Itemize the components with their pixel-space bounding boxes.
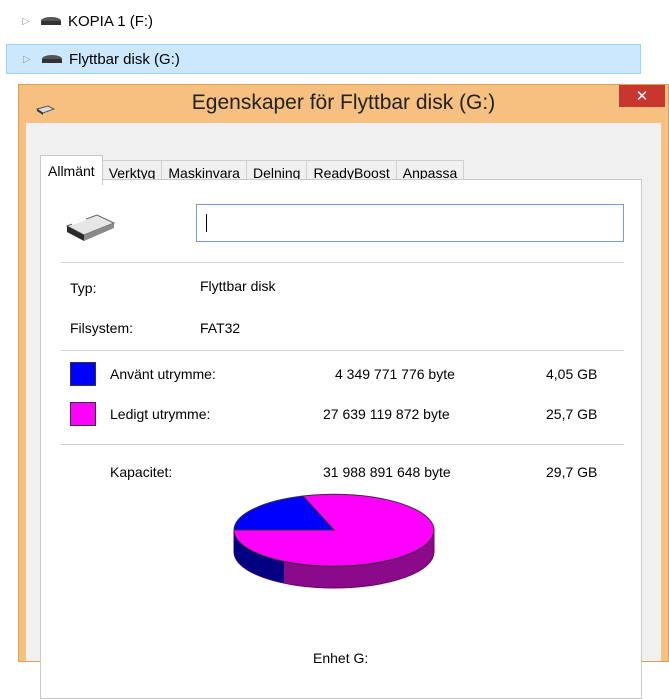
used-space-size: 4,05 GB [546, 366, 598, 382]
drive-icon [41, 17, 61, 25]
used-space-label: Använt utrymme: [110, 366, 216, 382]
divider [61, 444, 624, 445]
free-space-size: 25,7 GB [546, 406, 598, 422]
divider [61, 262, 624, 263]
dialog-titlebar[interactable]: Egenskaper för Flyttbar disk (G:) ✕ [19, 85, 668, 123]
type-label: Typ: [70, 280, 97, 296]
type-value: Flyttbar disk [200, 278, 276, 294]
capacity-size: 29,7 GB [546, 464, 598, 480]
free-space-swatch [70, 402, 96, 426]
expand-arrow-icon[interactable]: ▷ [23, 54, 33, 65]
disk-usage-pie-chart [233, 493, 435, 589]
capacity-label: Kapacitet: [110, 464, 173, 480]
properties-dialog: Egenskaper för Flyttbar disk (G:) ✕ Allm… [18, 84, 669, 699]
close-button[interactable]: ✕ [619, 85, 665, 107]
tree-item-flyttbar-g[interactable]: ▷ Flyttbar disk (G:) [6, 44, 641, 74]
tree-item-label: KOPIA 1 (F:) [68, 12, 154, 30]
divider [61, 350, 624, 351]
used-space-swatch [70, 362, 96, 386]
filesystem-value: FAT32 [200, 320, 241, 336]
free-space-label: Ledigt utrymme: [110, 406, 211, 422]
dialog-title: Egenskaper för Flyttbar disk (G:) [191, 91, 496, 114]
text-caret [206, 214, 207, 232]
tree-item-label: Flyttbar disk (G:) [69, 50, 180, 68]
general-tab-panel: Typ: Flyttbar disk Filsystem: FAT32 Anvä… [40, 179, 642, 699]
capacity-bytes: 31 988 891 648 byte [323, 464, 451, 480]
tree-item-kopia-f[interactable]: ▷ KOPIA 1 (F:) [0, 6, 640, 36]
tab-allmant[interactable]: Allmänt [40, 155, 103, 185]
dialog-client-area: Allmänt Verktyg Maskinvara Delning Ready… [26, 123, 661, 699]
used-space-bytes: 4 349 771 776 byte [335, 366, 455, 382]
expand-arrow-icon[interactable]: ▷ [22, 16, 32, 27]
filesystem-label: Filsystem: [70, 320, 133, 336]
removable-drive-icon [65, 214, 116, 241]
drive-icon [42, 55, 62, 63]
drive-letter-label: Enhet G: [313, 650, 369, 666]
free-space-bytes: 27 639 119 872 byte [323, 406, 450, 422]
drive-name-input[interactable] [196, 204, 624, 242]
